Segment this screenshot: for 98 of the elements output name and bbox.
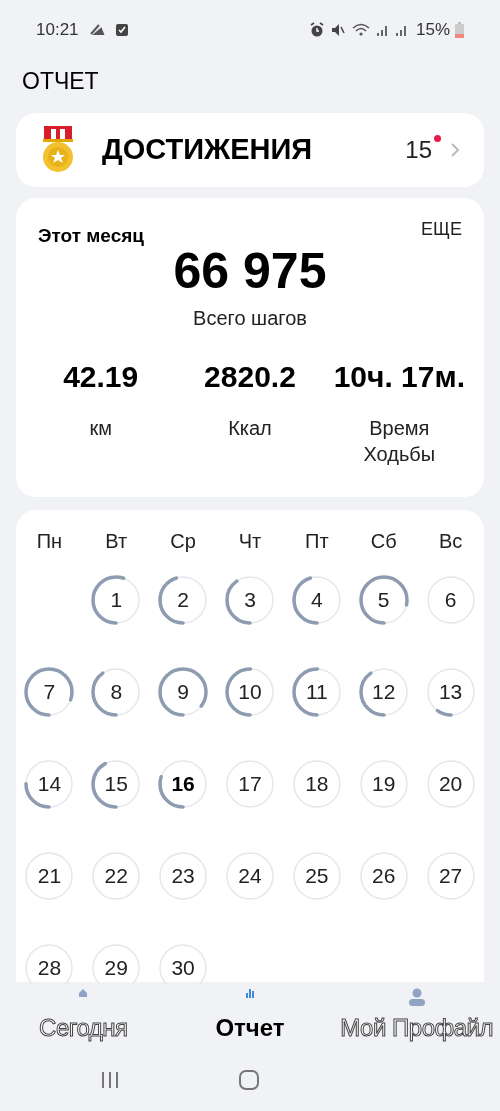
stat-value: 2820.2 [204,358,296,395]
day-number: 27 [438,863,463,890]
day-ring[interactable]: 26 [358,851,409,901]
battery-percent: 15% [415,19,450,42]
day-number: 12 [372,679,396,706]
day-number: 29 [104,955,128,982]
day-number: 15 [104,771,128,798]
day-number: 14 [37,771,62,798]
day-number: 2 [177,587,189,614]
home-button-icon[interactable] [238,1069,260,1091]
day-ring[interactable]: 21 [24,851,75,901]
day-number: 11 [305,679,328,706]
person-icon [407,988,426,1006]
day-number: 23 [171,863,195,890]
day-ring[interactable]: 23 [158,851,209,901]
stat-value: 42.19 [63,358,139,395]
day-number: 5 [377,587,390,614]
period-label: Этот месяц [38,224,144,248]
day-number: 30 [171,955,195,982]
day-ring[interactable]: 14 [24,759,75,809]
alarm-icon [308,22,325,38]
day-number: 17 [238,771,262,798]
stat-label: км [88,415,113,441]
day-number: 28 [37,955,62,982]
day-ring[interactable]: 22 [91,851,142,901]
day-ring[interactable]: 6 [425,575,476,625]
day-number: 10 [238,679,262,706]
home-icon [78,988,89,998]
signal-icon [394,23,409,37]
weekday-label: Ср [170,529,196,554]
total-steps: 66 975 [173,240,327,301]
day-ring[interactable]: 1 [91,575,142,625]
day-number: 6 [444,587,457,614]
day-ring[interactable]: 19 [358,759,409,809]
signal-icon [375,23,390,37]
day-ring[interactable]: 7 [24,667,75,717]
nav-tab[interactable]: Отчет [166,988,334,1050]
day-number: 21 [37,863,62,890]
mute-icon [329,22,346,38]
day-number: 4 [311,587,323,614]
status-time: 10:21 [36,19,79,42]
total-steps-label: Всего шагов [193,305,307,331]
chevron-right-icon [450,142,460,158]
weekday-label: Сб [370,529,397,554]
day-ring[interactable]: 25 [291,851,342,901]
day-number: 19 [372,771,396,798]
day-ring[interactable]: 11 [291,667,342,717]
day-ring[interactable]: 4 [291,575,342,625]
checkbox-icon [114,23,129,37]
day-ring[interactable]: 8 [91,667,142,717]
weekday-label: Вт [105,529,128,554]
day-number: 7 [43,679,56,706]
weekday-label: Чт [238,529,262,554]
day-number: 1 [110,587,123,614]
day-number: 3 [244,587,256,614]
achievements-card[interactable]: ДОСТИЖЕНИЯ 15 [16,113,484,187]
day-ring[interactable]: 20 [425,759,476,809]
day-ring[interactable]: 9 [158,667,209,717]
day-ring[interactable]: 3 [225,575,275,625]
day-number: 24 [238,863,262,890]
day-number: 16 [171,771,195,798]
day-ring[interactable]: 24 [225,851,275,901]
day-number: 18 [305,771,329,798]
day-ring[interactable]: 12 [358,667,409,717]
bar-chart-icon [245,988,255,998]
day-ring[interactable]: 10 [225,667,275,717]
page-title: ОТЧЕТ [21,67,100,96]
day-ring[interactable]: 18 [291,759,342,809]
battery-icon [455,22,464,38]
wifi-icon [350,22,371,38]
day-ring[interactable]: 15 [91,759,142,809]
stat-value: 10ч. 17м. [333,358,465,395]
day-number: 9 [177,679,189,706]
day-number: 8 [110,679,123,706]
stat-label: Ккал [227,415,273,441]
day-ring[interactable]: 16 [158,759,209,809]
day-ring[interactable]: 28 [24,943,75,985]
day-number: 22 [104,863,128,890]
day-number: 26 [372,863,396,890]
day-ring[interactable]: 13 [425,667,476,717]
achievements-label: ДОСТИЖЕНИЯ [102,132,314,168]
stat-label: Время Ходьбы [362,415,437,467]
day-number: 20 [438,771,463,798]
recent-apps-icon[interactable] [100,1070,120,1090]
day-ring[interactable]: 2 [158,575,209,625]
achievements-count: 15 [405,136,432,163]
day-ring[interactable]: 29 [91,943,142,985]
day-ring[interactable]: 17 [225,759,275,809]
weekday-label: Вс [438,529,463,554]
weekday-label: Пн [36,529,63,554]
day-ring[interactable]: 27 [425,851,476,901]
weekday-label: Пт [305,529,329,554]
day-number: 25 [305,863,329,890]
day-number: 13 [438,679,463,706]
medal-icon [40,126,76,174]
day-ring[interactable]: 30 [158,943,209,985]
more-link[interactable]: ЕЩЕ [421,216,462,243]
day-ring[interactable]: 5 [358,575,409,625]
